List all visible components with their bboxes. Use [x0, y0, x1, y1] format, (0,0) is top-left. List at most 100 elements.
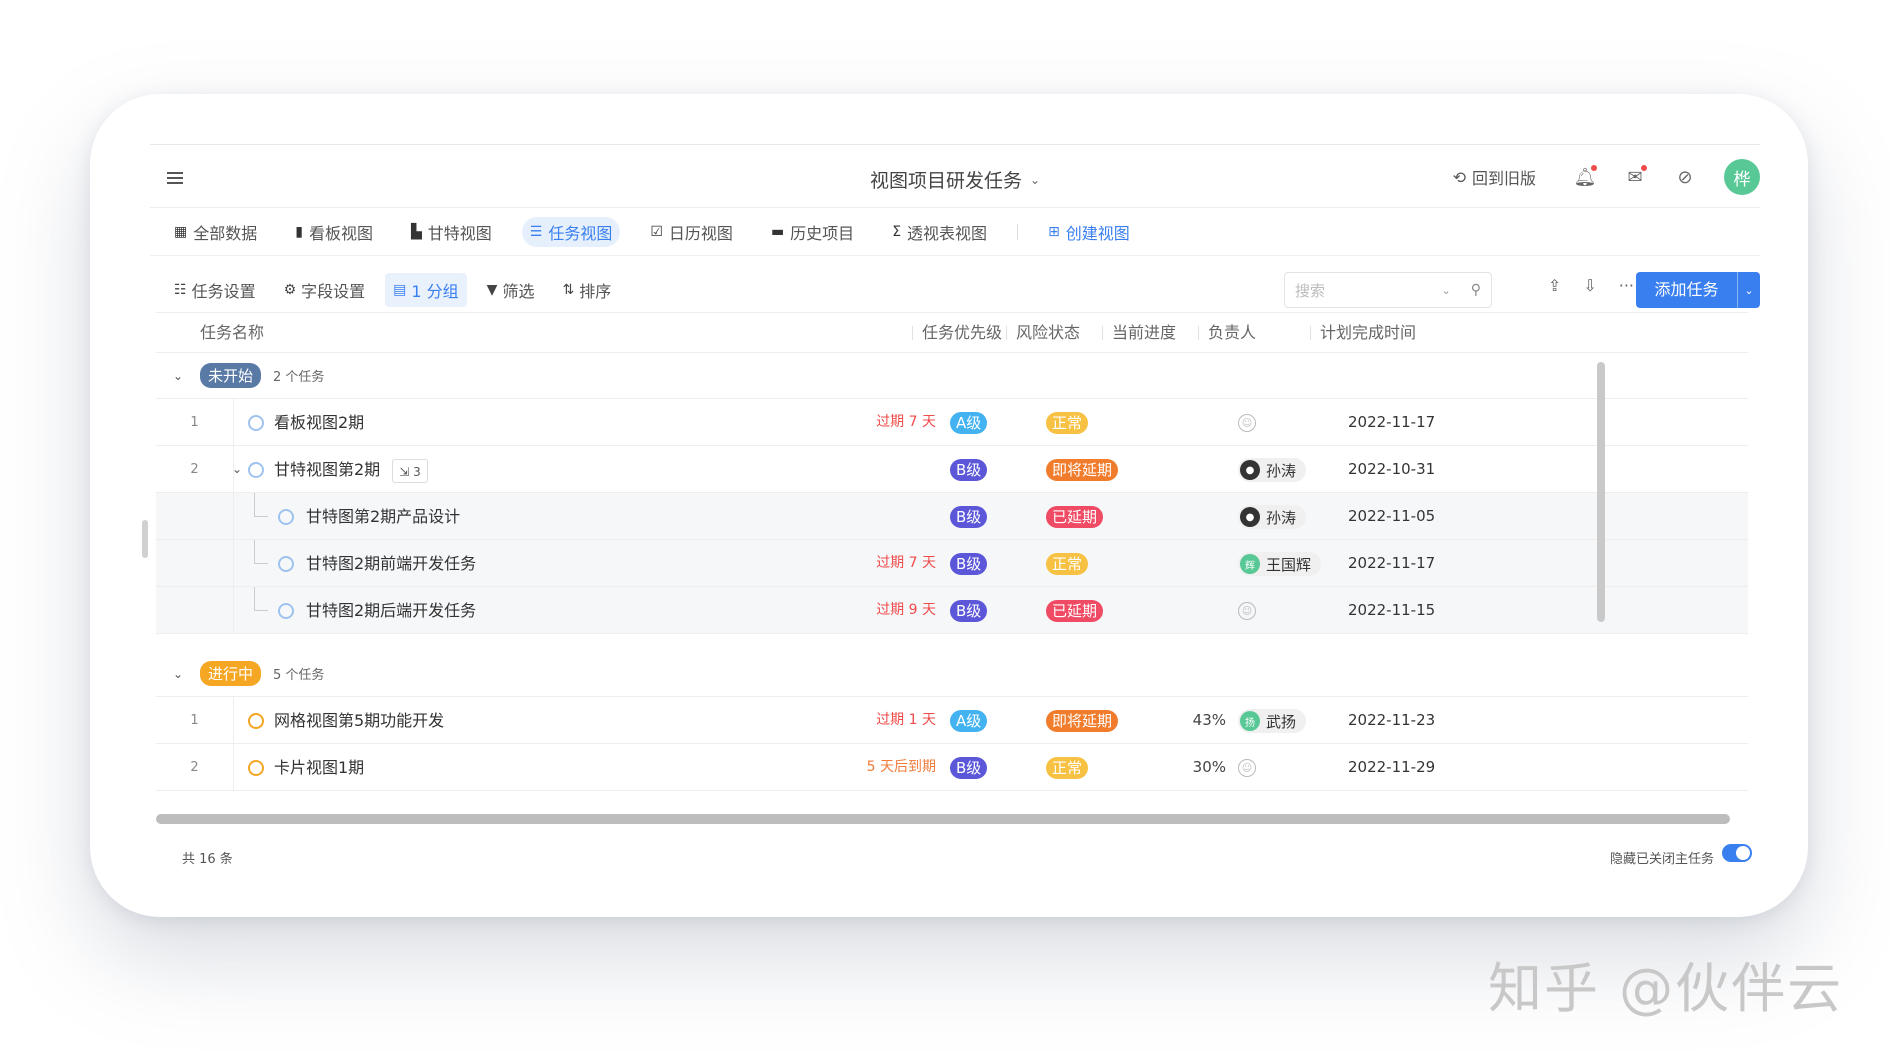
owner-cell[interactable]: ☺ — [1238, 756, 1256, 780]
plus-icon: ⊞ — [1048, 223, 1060, 240]
chevron-down-icon[interactable]: ⌄ — [156, 667, 200, 681]
task-name[interactable]: 卡片视图1期 — [274, 744, 364, 791]
table-row[interactable]: 2 卡片视图1期 5 天后到期 B级 正常 30% ☺ 2022-11-29 — [156, 744, 1748, 791]
tab-gantt[interactable]: ▙ 甘特视图 — [403, 217, 500, 247]
task-name[interactable]: 甘特图第2期产品设计 — [306, 493, 460, 540]
status-circle-icon[interactable] — [248, 415, 264, 431]
progress-value: 30% — [1192, 758, 1226, 776]
task-settings-label: 任务设置 — [191, 282, 256, 301]
tab-history[interactable]: ▬ 历史项目 — [763, 217, 862, 247]
tab-label: 甘特视图 — [427, 223, 492, 243]
sort-button[interactable]: ⇅ 排序 — [554, 273, 619, 307]
progress-value: 43% — [1192, 711, 1226, 729]
more-icon[interactable]: ··· — [1619, 276, 1634, 295]
download-icon[interactable]: ⇩ — [1583, 276, 1596, 295]
col-progress[interactable]: 当前进度 — [1102, 313, 1176, 353]
priority-badge: B级 — [950, 506, 988, 528]
table-row[interactable]: 1 看板视图2期 过期 7 天 A级 正常 ☺ 2022-11-17 — [156, 399, 1748, 446]
field-settings-button[interactable]: ⚙ 字段设置 — [276, 273, 374, 307]
table-row[interactable]: 2 ⌄ 甘特视图第2期 ⇲ 3 B级 即将延期 ● 孙涛 2022-10-31 — [156, 446, 1748, 493]
group-button[interactable]: ▤ 1 分组 — [385, 273, 467, 307]
col-priority[interactable]: 任务优先级 — [912, 313, 1002, 353]
user-avatar[interactable]: 桦 — [1724, 159, 1760, 195]
task-name[interactable]: 看板视图2期 — [274, 399, 364, 446]
project-title-text: 视图项目研发任务 — [870, 170, 1023, 192]
search-icon[interactable]: ⚲ — [1471, 282, 1481, 298]
tab-kanban[interactable]: ▮ 看板视图 — [287, 217, 381, 247]
upload-icon[interactable]: ⇪ — [1548, 276, 1561, 295]
chevron-down-icon[interactable]: ⌄ — [156, 369, 200, 383]
vertical-scrollbar[interactable] — [1597, 362, 1605, 622]
task-name[interactable]: 甘特图2期后端开发任务 — [306, 587, 476, 634]
search-input[interactable]: 搜索 ⌄ ⚲ — [1284, 272, 1492, 308]
filter-button[interactable]: ▼ 筛选 — [479, 273, 543, 307]
col-risk[interactable]: 风险状态 — [1006, 313, 1081, 353]
row-index: 1 — [156, 399, 234, 446]
create-view-button[interactable]: ⊞ 创建视图 — [1040, 217, 1138, 247]
task-name[interactable]: 甘特图2期前端开发任务 — [306, 540, 476, 587]
hide-closed-toggle[interactable] — [1722, 844, 1752, 862]
owner-cell[interactable]: 扬武扬 — [1238, 709, 1307, 733]
col-due[interactable]: 计划完成时间 — [1310, 313, 1416, 353]
tab-pivot[interactable]: Σ 透视表视图 — [884, 217, 995, 247]
status-circle-icon[interactable] — [278, 603, 294, 619]
owner-cell[interactable]: ☺ — [1238, 599, 1256, 623]
calendar-icon: ☑ — [650, 223, 663, 240]
project-title[interactable]: 视图项目研发任务 ⌄ — [870, 166, 1040, 193]
owner-cell[interactable]: ☺ — [1238, 411, 1256, 435]
tab-task-view[interactable]: ☰ 任务视图 — [521, 216, 621, 247]
status-circle-icon[interactable] — [248, 760, 264, 776]
col-owner[interactable]: 负责人 — [1198, 313, 1256, 353]
chevron-down-icon[interactable]: ⌄ — [232, 446, 242, 493]
menu-icon[interactable] — [167, 172, 183, 184]
chevron-down-icon[interactable]: ⌄ — [1738, 284, 1760, 297]
group-count: 5 个任务 — [273, 668, 325, 683]
col-name[interactable]: 任务名称 — [200, 313, 264, 353]
task-name[interactable]: 网格视图第5期功能开发 — [274, 697, 444, 744]
status-circle-icon[interactable] — [248, 713, 264, 729]
inbox-icon[interactable]: ✉︎ — [1624, 165, 1647, 188]
subtask-row[interactable]: 甘特图2期后端开发任务 过期 9 天 B级 已延期 ☺ 2022-11-15 — [156, 587, 1748, 634]
group-header-in-progress[interactable]: ⌄ 进行中 5 个任务 — [156, 651, 1748, 697]
status-circle-icon[interactable] — [278, 509, 294, 525]
status-circle-icon[interactable] — [278, 556, 294, 572]
add-task-button[interactable]: 添加任务 ⌄ — [1636, 272, 1760, 308]
chevron-down-icon[interactable]: ⌄ — [1442, 284, 1451, 297]
subtask-row[interactable]: 甘特图2期前端开发任务 过期 7 天 B级 正常 辉王国辉 2022-11-17 — [156, 540, 1748, 587]
group-header-not-started[interactable]: ⌄ 未开始 2 个任务 — [156, 353, 1748, 399]
priority-badge: B级 — [950, 553, 988, 575]
risk-badge: 正常 — [1046, 553, 1089, 575]
owner-name: 王国辉 — [1266, 555, 1312, 574]
task-name-text: 甘特视图第2期 — [274, 460, 381, 479]
due-date: 2022-10-31 — [1348, 460, 1436, 478]
col-risk-label: 风险状态 — [1016, 323, 1081, 342]
sidebar-resize-handle[interactable] — [142, 520, 148, 558]
total-count: 共 16 条 — [182, 852, 233, 867]
subtask-row[interactable]: 甘特图第2期产品设计 B级 已延期 ● 孙涛 2022-11-05 — [156, 493, 1748, 540]
owner-cell[interactable]: 辉王国辉 — [1238, 552, 1322, 576]
bell-icon[interactable]: 🔔︎ — [1574, 165, 1597, 188]
task-settings-button[interactable]: ☷ 任务设置 — [166, 273, 264, 307]
risk-badge: 已延期 — [1046, 506, 1104, 528]
owner-cell[interactable]: ● 孙涛 — [1238, 458, 1307, 482]
task-name[interactable]: 甘特视图第2期 ⇲ 3 — [274, 446, 428, 493]
back-to-old-button[interactable]: ⟲ 回到旧版 — [1453, 165, 1536, 189]
overdue-label: 过期 7 天 — [876, 555, 936, 571]
grid-icon: ▦ — [174, 223, 188, 240]
overdue-label: 过期 9 天 — [876, 602, 936, 618]
tab-label: 历史项目 — [790, 223, 855, 243]
compass-icon[interactable]: ⊘ — [1674, 166, 1696, 188]
owner-cell[interactable]: ● 孙涛 — [1238, 505, 1307, 529]
top-right-actions: ⟲ 回到旧版 🔔︎ ✉︎ ⊘ 桦 — [1453, 157, 1760, 197]
overdue-label: 过期 1 天 — [876, 712, 936, 728]
table-row[interactable]: 1 网格视图第5期功能开发 过期 1 天 A级 即将延期 43% 扬武扬 202… — [156, 697, 1748, 744]
horizontal-scrollbar[interactable] — [156, 814, 1730, 824]
due-soon-label: 5 天后到期 — [866, 759, 936, 775]
status-circle-icon[interactable] — [248, 462, 264, 478]
status-badge: 进行中 — [200, 661, 262, 686]
add-task-label: 添加任务 — [1636, 272, 1738, 308]
tab-calendar[interactable]: ☑ 日历视图 — [642, 217, 741, 247]
initial-avatar-icon: 扬 — [1240, 711, 1260, 731]
tab-all-data[interactable]: ▦ 全部数据 — [166, 217, 265, 247]
subtask-count[interactable]: ⇲ 3 — [392, 458, 428, 483]
